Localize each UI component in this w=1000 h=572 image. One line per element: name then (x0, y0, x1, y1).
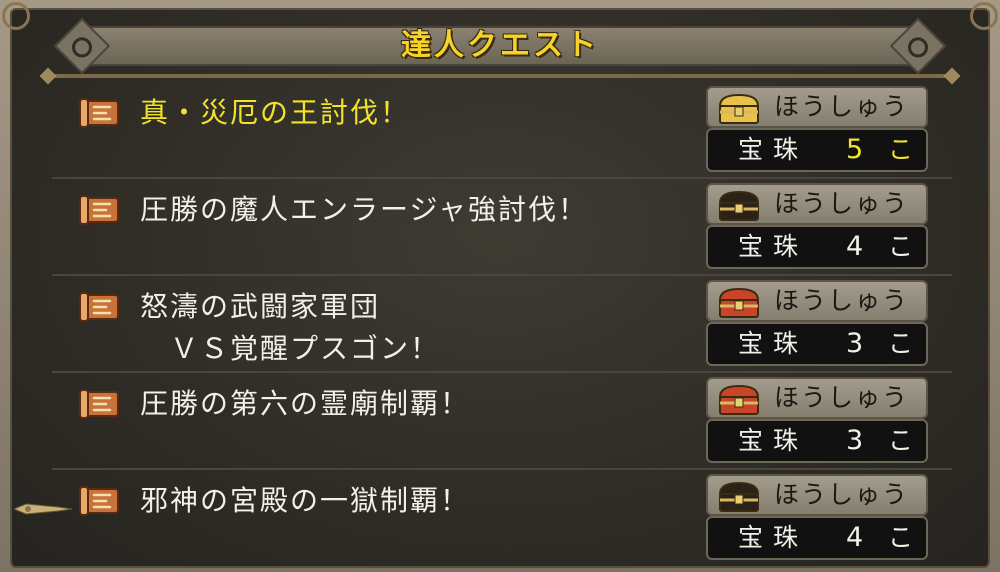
reward-header: ほうしゅう (706, 183, 928, 225)
reward-item-name: 宝珠 (738, 135, 809, 164)
reward-detail: 宝珠 5 こ (706, 128, 928, 172)
quest-scroll-icon (79, 195, 119, 225)
reward-unit: こ (888, 135, 914, 164)
quest-scroll-icon (79, 292, 119, 322)
reward-unit: こ (888, 426, 914, 455)
reward-quantity: 4 (846, 522, 864, 553)
quest-row-5[interactable]: 邪神の宮殿の一獄制覇！ ほうしゅう 宝珠 4 こ (52, 470, 952, 565)
reward-item-name: 宝珠 (738, 329, 809, 358)
reward-unit: こ (888, 232, 914, 261)
selection-cursor-icon (14, 503, 72, 515)
quest-name: 真・災厄の王討伐！ (140, 96, 411, 129)
corner-ornament-top-right (970, 2, 998, 30)
quest-row-2[interactable]: 圧勝の魔人エンラージャ強討伐！ ほうしゅう 宝珠 4 こ (52, 179, 952, 276)
quest-name: 邪神の宮殿の一獄制覇！ (140, 484, 471, 517)
reward-quantity: 5 (846, 134, 864, 165)
quest-name: 圧勝の第六の霊廟制覇！ (140, 387, 471, 420)
quest-name: 圧勝の魔人エンラージャ強討伐！ (140, 193, 589, 226)
reward-detail: 宝珠 3 こ (706, 322, 928, 366)
reward-box: ほうしゅう 宝珠 3 こ (706, 280, 928, 366)
quest-row-3[interactable]: 怒濤の武闘家軍団 ＶＳ覚醒プスゴン！ ほうしゅう 宝珠 3 こ (52, 276, 952, 373)
reward-header: ほうしゅう (706, 86, 928, 128)
reward-label: ほうしゅう (774, 383, 910, 412)
quest-scroll-icon (79, 98, 119, 128)
reward-item-name: 宝珠 (738, 232, 809, 261)
reward-box: ほうしゅう 宝珠 3 こ (706, 377, 928, 463)
header-divider (48, 74, 952, 78)
reward-item-name: 宝珠 (738, 523, 809, 552)
treasure-chest-icon (718, 287, 760, 318)
quest-row-1[interactable]: 真・災厄の王討伐！ ほうしゅう 宝珠 5 こ (52, 82, 952, 179)
quest-name: 怒濤の武闘家軍団 ＶＳ覚醒プスゴン！ (140, 290, 441, 365)
page-title: 達人クエスト (401, 28, 599, 63)
quest-list: 真・災厄の王討伐！ ほうしゅう 宝珠 5 こ 圧勝の魔人エンラージャ強討伐！ ほ… (52, 82, 952, 565)
reward-label: ほうしゅう (774, 92, 910, 121)
reward-header: ほうしゅう (706, 474, 928, 516)
reward-box: ほうしゅう 宝珠 5 こ (706, 86, 928, 172)
reward-quantity: 3 (846, 425, 864, 456)
quest-scroll-icon (79, 486, 119, 516)
reward-unit: こ (888, 329, 914, 358)
reward-item-name: 宝珠 (738, 426, 809, 455)
quest-row-4[interactable]: 圧勝の第六の霊廟制覇！ ほうしゅう 宝珠 3 こ (52, 373, 952, 470)
reward-detail: 宝珠 3 こ (706, 419, 928, 463)
reward-unit: こ (888, 523, 914, 552)
reward-label: ほうしゅう (774, 286, 910, 315)
reward-quantity: 3 (846, 328, 864, 359)
reward-detail: 宝珠 4 こ (706, 516, 928, 560)
treasure-chest-icon (718, 384, 760, 415)
quest-scroll-icon (79, 389, 119, 419)
reward-detail: 宝珠 4 こ (706, 225, 928, 269)
treasure-chest-icon (718, 190, 760, 221)
reward-header: ほうしゅう (706, 280, 928, 322)
reward-quantity: 4 (846, 231, 864, 262)
reward-label: ほうしゅう (774, 480, 910, 509)
reward-header: ほうしゅう (706, 377, 928, 419)
reward-box: ほうしゅう 宝珠 4 こ (706, 474, 928, 560)
treasure-chest-icon (718, 93, 760, 124)
treasure-chest-icon (718, 481, 760, 512)
reward-label: ほうしゅう (774, 189, 910, 218)
reward-box: ほうしゅう 宝珠 4 こ (706, 183, 928, 269)
header: 達人クエスト (50, 16, 950, 75)
corner-ornament-top-left (2, 2, 30, 30)
